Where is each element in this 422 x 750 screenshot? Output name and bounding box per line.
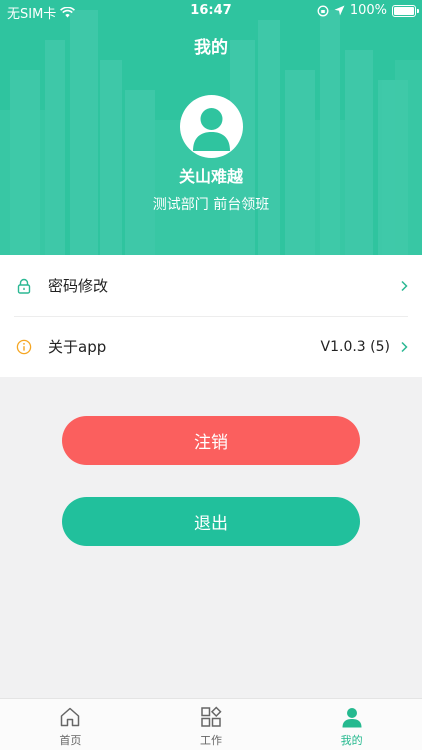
settings-menu: 密码修改 关于app V1.0.3 (5): [0, 255, 422, 377]
tab-bar: 首页 工作 我的: [0, 698, 422, 750]
chevron-right-icon: [401, 280, 408, 291]
home-icon: [61, 707, 80, 727]
status-bar: 无SIM卡 16:47 100%: [0, 0, 422, 22]
menu-item-label: 关于app: [48, 338, 107, 356]
menu-item-label: 密码修改: [48, 277, 109, 295]
tab-label: 我的: [340, 734, 363, 747]
grid-icon: [201, 706, 222, 727]
exit-button[interactable]: 退出: [62, 497, 360, 546]
user-department: 测试部门 前台领班: [152, 197, 270, 213]
battery-level-fill: [394, 6, 414, 15]
lock-icon: [17, 278, 31, 294]
menu-item-change-password[interactable]: 密码修改: [0, 255, 422, 316]
tab-label: 首页: [59, 734, 82, 747]
chevron-right-icon: [401, 341, 408, 352]
tab-mine[interactable]: 我的: [281, 699, 422, 750]
battery-percent: 100%: [349, 3, 387, 18]
menu-item-about-app[interactable]: 关于app V1.0.3 (5): [0, 316, 422, 377]
app-version: V1.0.3 (5): [320, 338, 390, 355]
tab-work[interactable]: 工作: [141, 699, 282, 750]
user-name: 关山难越: [178, 167, 243, 186]
tab-label: 工作: [200, 734, 222, 747]
orientation-lock-icon: [317, 5, 329, 16]
user-icon: [342, 708, 362, 728]
status-right: 100%: [317, 3, 419, 18]
location-arrow-icon: [334, 5, 345, 16]
avatar[interactable]: [180, 95, 243, 158]
info-icon: [16, 339, 32, 354]
user-avatar-icon: [193, 108, 230, 151]
page-title: 我的: [194, 38, 228, 58]
battery-icon: [392, 4, 419, 17]
profile-header: 无SIM卡 16:47 100% 我的 关山难越 测试部门 前台领班: [0, 0, 422, 255]
tab-home[interactable]: 首页: [0, 699, 141, 750]
logout-button[interactable]: 注销: [62, 416, 360, 465]
